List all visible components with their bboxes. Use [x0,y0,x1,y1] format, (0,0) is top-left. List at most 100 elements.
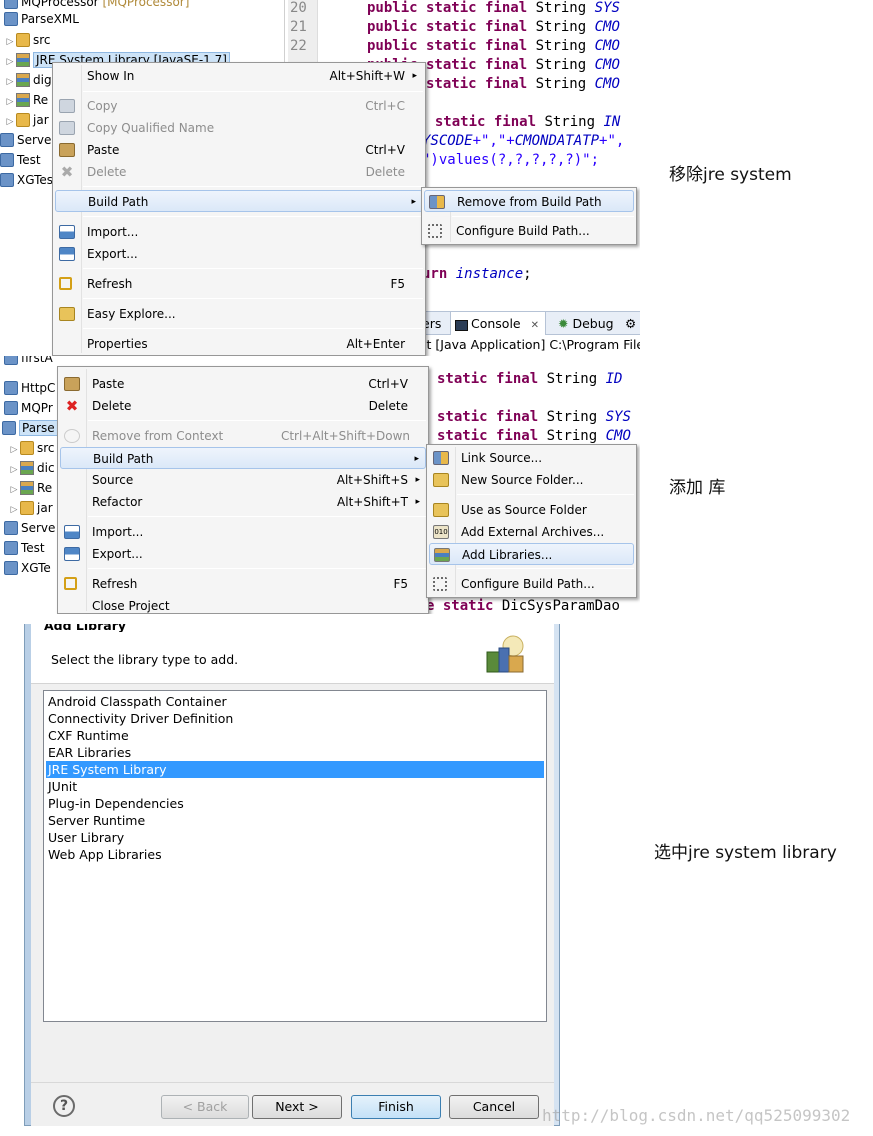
project-icon [4,541,18,555]
jar-icon: 010 [433,525,449,539]
list-item-jre-system-library[interactable]: JRE System Library [46,761,544,778]
tree-item-jar[interactable]: ▷ jar [4,110,49,130]
close-icon[interactable]: ✕ [531,320,539,331]
menu-item-properties[interactable]: Properties Alt+Enter [55,333,423,355]
line-number: 22 [290,38,307,54]
menu-item-paste[interactable]: Paste Ctrl+V [55,139,423,161]
tree-item-dic[interactable]: ▷ dic [8,458,55,478]
tree-item-mqpr[interactable]: MQPr [4,398,53,418]
tree-item-xgtes[interactable]: XGTes [0,170,53,190]
next-button[interactable]: Next > [252,1095,342,1119]
expand-arrow-icon[interactable]: ▷ [8,440,20,460]
expand-arrow-icon[interactable]: ▷ [8,480,20,500]
expand-arrow-icon[interactable]: ▷ [8,500,20,520]
menu-item-add-libraries[interactable]: Add Libraries... [429,543,634,565]
dialog-title: Add Library [44,624,127,632]
expand-arrow-icon[interactable]: ▷ [4,52,16,72]
expand-arrow-icon[interactable]: ▷ [4,112,16,132]
panel-add-library: firstA HttpC MQPr Parse ▷ src ▷ dic ▷ Re ▷ j… [0,356,640,614]
tree-item-serve[interactable]: Serve [4,518,55,538]
project-icon [4,561,18,575]
tree-item-jar[interactable]: ▷ jar [8,498,53,518]
list-item-server-runtime[interactable]: Server Runtime [46,812,544,829]
menu-separator [83,328,423,329]
list-item-web-app-libraries[interactable]: Web App Libraries [46,846,544,863]
tree-item-test[interactable]: Test [0,150,41,170]
menu-item-export[interactable]: Export... [60,543,426,565]
tree-item-re[interactable]: ▷ Re [4,90,48,110]
tree-item-firsta[interactable]: firstA [4,356,53,368]
watermark: http://blog.csdn.net/qq525099302 [542,1106,851,1125]
menu-item-link-source[interactable]: Link Source... [429,447,634,469]
list-item-user-library[interactable]: User Library [46,829,544,846]
menu-item-build-path[interactable]: Build Path ▸ [60,447,426,469]
menu-item-copy[interactable]: Copy Ctrl+C [55,95,423,117]
expand-arrow-icon[interactable]: ▷ [8,460,20,480]
menu-item-source[interactable]: Source Alt+Shift+S ▸ [60,469,426,491]
project-icon [0,133,14,147]
gear-icon[interactable]: ⚙ [625,312,636,335]
copy-icon [59,99,75,113]
code-line: public static final String SYS [367,0,620,16]
menu-item-paste[interactable]: Paste Ctrl+V [60,373,426,395]
tree-item-httpc[interactable]: HttpC [4,378,55,398]
library-type-list[interactable]: Android Classpath Container Connectivity… [43,690,547,1022]
project-icon [4,12,18,26]
menu-item-use-as-source-folder[interactable]: Use as Source Folder [429,499,634,521]
menu-item-remove-from-build-path[interactable]: Remove from Build Path [424,190,634,212]
menu-item-close-project[interactable]: Close Project [60,595,426,614]
tree-item-server[interactable]: Server [0,130,56,150]
menu-item-new-source-folder[interactable]: New Source Folder... [429,469,634,491]
tree-item-parse[interactable]: Parse [2,418,62,438]
code-line: urn instance; [422,266,532,282]
tree-item-src[interactable]: ▷ src [8,438,55,458]
menu-item-show-in[interactable]: Show In Alt+Shift+W ▸ [55,65,423,87]
dialog-separator [31,1082,554,1083]
menu-item-delete[interactable]: ✖ Delete Delete [60,395,426,417]
menu-item-refresh[interactable]: Refresh F5 [55,273,423,295]
project-icon [4,0,18,9]
menu-separator [88,568,426,569]
list-item-cxf-runtime[interactable]: CXF Runtime [46,727,544,744]
menu-item-configure-build-path[interactable]: Configure Build Path... [424,220,634,242]
cancel-button[interactable]: Cancel [449,1095,539,1119]
menu-item-delete[interactable]: ✖ Delete Delete [55,161,423,183]
expand-arrow-icon[interactable]: ▷ [4,92,16,112]
menu-item-configure-build-path[interactable]: Configure Build Path... [429,573,634,595]
menu-item-remove-from-context[interactable]: Remove from Context Ctrl+Alt+Shift+Down [60,425,426,447]
tree-item-re[interactable]: ▷ Re [8,478,52,498]
menu-item-import[interactable]: Import... [60,521,426,543]
library-books-icon [479,630,531,678]
help-icon[interactable]: ? [53,1095,75,1117]
menu-item-add-external-archives[interactable]: 010 Add External Archives... [429,521,634,543]
tree-item-dig[interactable]: ▷ dig [4,70,52,90]
tree-item-test[interactable]: Test [4,538,45,558]
menu-item-build-path[interactable]: Build Path ▸ [55,190,423,212]
tree-item-parsexml[interactable]: ParseXML [4,9,79,29]
menu-separator [457,494,634,495]
back-button[interactable]: < Back [161,1095,249,1119]
menu-item-copy-qualified-name[interactable]: Copy Qualified Name [55,117,423,139]
expand-arrow-icon[interactable]: ▷ [4,32,16,52]
menu-item-refactor[interactable]: Refactor Alt+Shift+T ▸ [60,491,426,513]
link-icon [433,451,449,465]
list-item-ear-libraries[interactable]: EAR Libraries [46,744,544,761]
menu-item-export[interactable]: Export... [55,243,423,265]
list-item-junit[interactable]: JUnit [46,778,544,795]
list-item-android-classpath-container[interactable]: Android Classpath Container [46,693,544,710]
tab-debug[interactable]: ✹ Debug [558,312,614,335]
code-line: ")values(?,?,?,?,?)"; [422,152,600,168]
menu-item-import[interactable]: Import... [55,221,423,243]
tree-item-xgte[interactable]: XGTe [4,558,51,578]
project-icon [2,421,16,435]
gear-icon [428,224,442,238]
menu-item-easy-explore[interactable]: Easy Explore... [55,303,423,325]
list-item-connectivity-driver-definition[interactable]: Connectivity Driver Definition [46,710,544,727]
finish-button[interactable]: Finish [351,1095,441,1119]
tab-console[interactable]: Console ✕ [450,312,546,335]
tree-item-src[interactable]: ▷ src [4,30,51,50]
menu-item-refresh[interactable]: Refresh F5 [60,573,426,595]
list-item-plug-in-dependencies[interactable]: Plug-in Dependencies [46,795,544,812]
context-icon [64,429,80,443]
expand-arrow-icon[interactable]: ▷ [4,72,16,92]
